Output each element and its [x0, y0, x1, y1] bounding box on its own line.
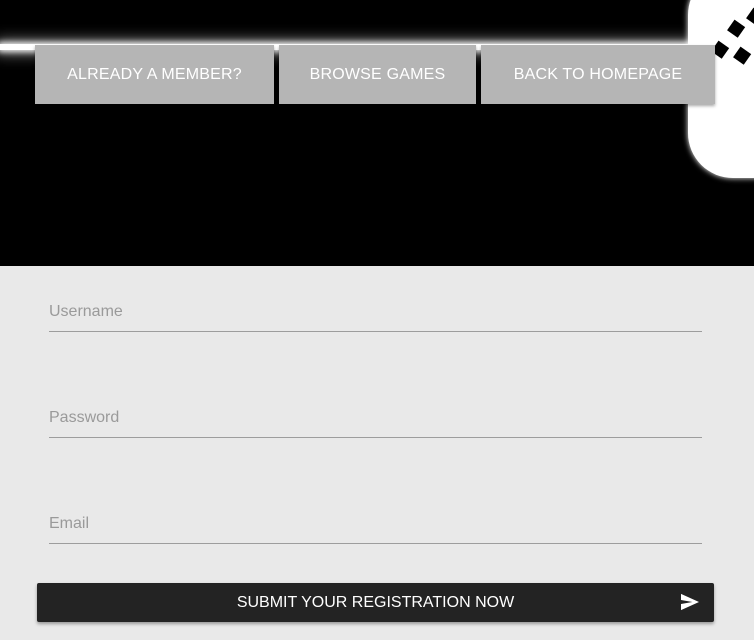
hero-banner: ALREADY A MEMBER? BROWSE GAMES BACK TO H…: [0, 0, 754, 266]
submit-registration-label: SUBMIT YOUR REGISTRATION NOW: [236, 593, 515, 611]
browse-games-button[interactable]: BROWSE GAMES: [279, 45, 476, 104]
email-input[interactable]: [49, 505, 702, 543]
submit-registration-button[interactable]: SUBMIT YOUR REGISTRATION NOW: [37, 583, 714, 622]
back-to-homepage-button[interactable]: BACK TO HOMEPAGE: [481, 45, 715, 104]
registration-form: SUBMIT YOUR REGISTRATION NOW: [0, 266, 754, 640]
send-icon: [681, 593, 699, 611]
password-input[interactable]: [49, 399, 702, 437]
password-field: [49, 399, 702, 438]
username-field: [49, 293, 702, 332]
email-field: [49, 505, 702, 544]
username-input[interactable]: [49, 293, 702, 331]
already-member-button[interactable]: ALREADY A MEMBER?: [35, 45, 274, 104]
